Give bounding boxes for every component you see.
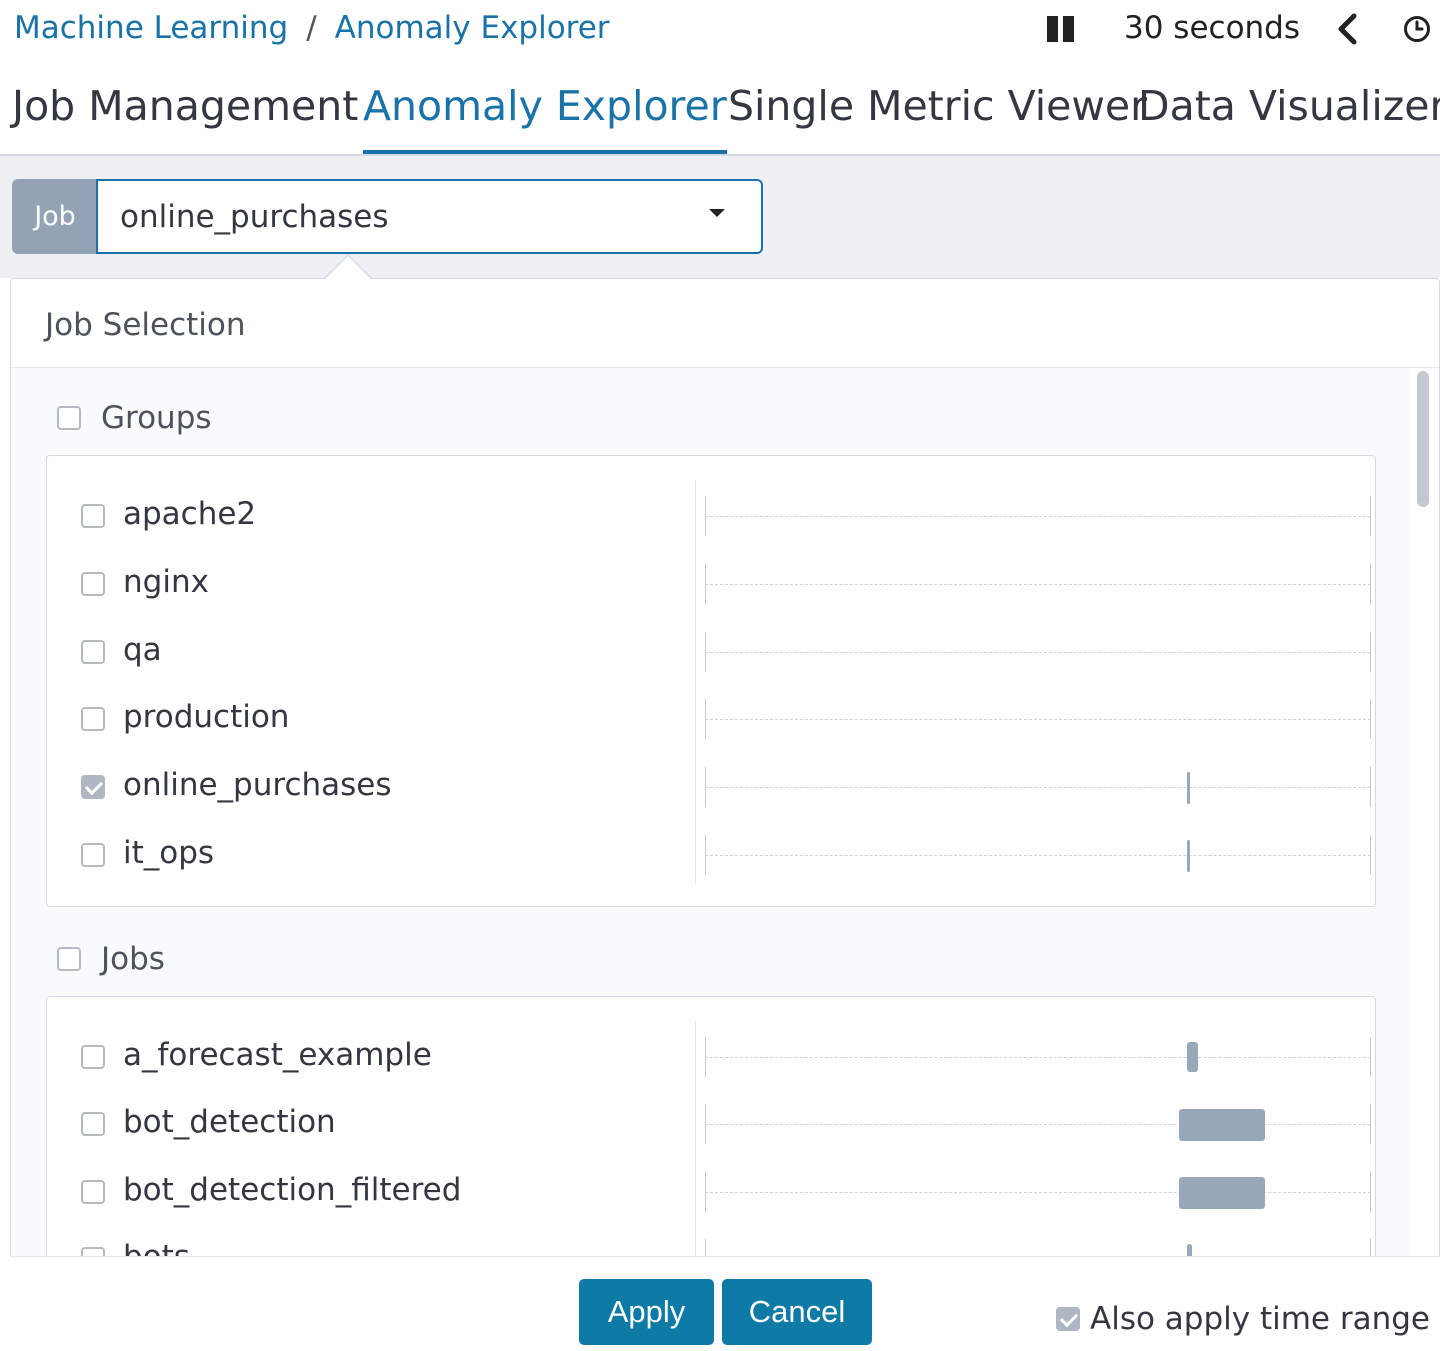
list-item[interactable]: bot_detection (47, 1094, 1377, 1154)
group-label: nginx (123, 564, 209, 600)
timeline-bar (1179, 1177, 1265, 1209)
group-checkbox-production[interactable] (81, 707, 105, 731)
caret-down-icon (709, 209, 725, 217)
list-item[interactable]: nginx (47, 554, 1377, 614)
timeline (705, 622, 1371, 682)
groups-select-all-checkbox[interactable] (57, 406, 81, 430)
timeline (705, 1027, 1371, 1087)
job-select-value: online_purchases (120, 198, 389, 235)
breadcrumb-machine-learning[interactable]: Machine Learning (14, 10, 288, 46)
timeline (705, 689, 1371, 749)
also-apply-time-range-checkbox[interactable] (1056, 1307, 1080, 1331)
groups-section-header: Groups (57, 400, 212, 436)
job-label: bots (123, 1239, 190, 1256)
timeline-bar (1187, 840, 1190, 872)
timeline-bar (1179, 1109, 1265, 1141)
timeline (705, 554, 1371, 614)
tab-single-metric-viewer[interactable]: Single Metric Viewer (728, 82, 1147, 150)
list-item[interactable]: online_purchases (47, 757, 1377, 817)
tab-job-management[interactable]: Job Management (12, 82, 358, 150)
job-checkbox-bot-detection-filtered[interactable] (81, 1180, 105, 1204)
cancel-button[interactable]: Cancel (722, 1279, 872, 1345)
popover-title: Job Selection (45, 307, 246, 343)
group-label: apache2 (123, 496, 257, 532)
job-checkbox-bots[interactable] (81, 1247, 105, 1256)
jobs-section-label: Jobs (101, 941, 165, 977)
job-label: bot_detection (123, 1104, 336, 1140)
tab-data-visualizer[interactable]: Data Visualizer (1138, 82, 1440, 150)
job-prepend-label: Job (12, 179, 98, 254)
scrollbar-thumb[interactable] (1417, 371, 1429, 507)
group-checkbox-qa[interactable] (81, 640, 105, 664)
job-label: bot_detection_filtered (123, 1172, 462, 1208)
group-checkbox-apache2[interactable] (81, 504, 105, 528)
group-label: production (123, 699, 290, 735)
timeline (705, 825, 1371, 885)
group-checkbox-nginx[interactable] (81, 572, 105, 596)
groups-panel: apache2 nginx qa production online_purch (46, 455, 1376, 907)
timeline (705, 486, 1371, 546)
tab-bar: Job Management Anomaly Explorer Single M… (0, 62, 1440, 156)
top-bar: Machine Learning / Anomaly Explorer 30 s… (0, 0, 1440, 62)
job-checkbox-bot-detection[interactable] (81, 1112, 105, 1136)
group-checkbox-it-ops[interactable] (81, 843, 105, 867)
pause-icon[interactable] (1046, 14, 1076, 44)
chevron-left-icon[interactable] (1334, 12, 1362, 46)
popover-arrow-inner (325, 256, 371, 279)
job-label: a_forecast_example (123, 1037, 432, 1073)
breadcrumb: Machine Learning / Anomaly Explorer (14, 10, 610, 46)
clock-icon[interactable] (1402, 14, 1432, 44)
list-item[interactable]: bots (47, 1229, 1377, 1256)
breadcrumb-anomaly-explorer[interactable]: Anomaly Explorer (335, 10, 610, 46)
timeline-bar (1187, 772, 1190, 804)
also-apply-time-range-label: Also apply time range (1090, 1301, 1430, 1337)
popover-footer: Apply Cancel Also apply time range (10, 1256, 1440, 1351)
list-item[interactable]: apache2 (47, 486, 1377, 546)
timeline (705, 1229, 1371, 1256)
list-item[interactable]: production (47, 689, 1377, 749)
list-item[interactable]: it_ops (47, 825, 1377, 885)
jobs-select-all-checkbox[interactable] (57, 947, 81, 971)
timeline-bar (1187, 1244, 1192, 1256)
breadcrumb-separator: / (306, 10, 317, 46)
group-label: qa (123, 632, 162, 668)
groups-section-label: Groups (101, 400, 212, 436)
group-label: it_ops (123, 835, 215, 871)
apply-button[interactable]: Apply (579, 1279, 714, 1345)
job-selection-popover: Job Selection Groups apache2 nginx qa pr… (10, 278, 1440, 1351)
list-item[interactable]: a_forecast_example (47, 1027, 1377, 1087)
timeline-bar (1187, 1042, 1198, 1072)
job-select[interactable]: online_purchases (96, 179, 763, 254)
timeline (705, 1094, 1371, 1154)
jobs-section-header: Jobs (57, 941, 165, 977)
timeline (705, 757, 1371, 817)
group-label: online_purchases (123, 767, 392, 803)
job-checkbox-a-forecast-example[interactable] (81, 1045, 105, 1069)
list-item[interactable]: bot_detection_filtered (47, 1162, 1377, 1222)
timeline (705, 1162, 1371, 1222)
refresh-interval[interactable]: 30 seconds (1124, 10, 1300, 46)
job-selection-scroll-area[interactable]: Groups apache2 nginx qa production onlin… (11, 368, 1411, 1256)
tab-anomaly-explorer[interactable]: Anomaly Explorer (363, 82, 727, 154)
group-checkbox-online-purchases[interactable] (81, 775, 105, 799)
also-apply-time-range[interactable]: Also apply time range (1056, 1301, 1430, 1337)
jobs-panel: a_forecast_example bot_detection bot_det… (46, 996, 1376, 1256)
list-item[interactable]: qa (47, 622, 1377, 682)
